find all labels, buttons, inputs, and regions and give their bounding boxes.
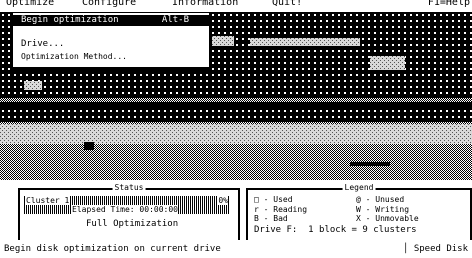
legend-item-reading: r - Reading [254, 205, 307, 214]
legend-item-writing: W - Writing [356, 205, 409, 214]
legend-label: - Used [263, 195, 293, 204]
bad-block-icon: B [254, 214, 259, 223]
legend-label: - Writing [365, 205, 410, 214]
menu-quit[interactable]: Quit! [272, 0, 302, 9]
menu-item-label: Optimization Method... [21, 52, 127, 61]
menu-item-optimization-method[interactable]: Optimization Method... [13, 51, 209, 62]
legend-item-used: □ - Used [254, 195, 293, 204]
elapsed-time: Elapsed Time: 00:00:00 [72, 205, 178, 214]
status-panel: Status Cluster 1 0% Elapsed Time: 00:00:… [18, 183, 240, 242]
help-hint[interactable]: F1=Help [428, 0, 470, 9]
writing-block-icon: W [356, 205, 361, 214]
legend-item-unmovable: X - Unmovable [356, 214, 419, 223]
menu-item-drive[interactable]: Drive... [13, 39, 209, 50]
status-bar: Begin disk optimization on current drive… [0, 240, 472, 258]
app-name-text: Speed Disk [413, 244, 468, 254]
legend-label: - Unused [365, 195, 405, 204]
reading-block-icon: r [254, 205, 259, 214]
menu-configure[interactable]: Configure [82, 0, 136, 9]
legend-item-bad: B - Bad [254, 214, 288, 223]
legend-label: - Bad [263, 214, 288, 223]
status-title: Status [112, 183, 146, 193]
legend-title: Legend [342, 183, 376, 193]
legend-item-unused: @ - Unused [356, 195, 404, 204]
cluster-label: Cluster 1 [26, 196, 70, 205]
unmovable-block-icon: X [356, 214, 361, 223]
optimization-method-label: Full Optimization [86, 219, 179, 229]
app-name: │ Speed Disk [402, 244, 468, 254]
menu-item-shortcut: Alt-B [161, 15, 189, 25]
menu-information[interactable]: Information [172, 0, 238, 9]
drive-block-info: Drive F: 1 block = 9 clusters [254, 225, 417, 235]
menu-item-label: Begin optimization [21, 15, 119, 25]
percent-complete: 0% [218, 196, 228, 205]
progress-area: Cluster 1 0% Elapsed Time: 00:00:00 [24, 196, 230, 214]
menu-optimize[interactable]: Optimize [6, 0, 54, 9]
legend-label: - Reading [263, 205, 308, 214]
used-block-icon: □ [254, 195, 259, 204]
optimize-menu-dropdown: Begin optimization Alt-B Drive... Optimi… [12, 12, 210, 68]
legend-label: - Unmovable [365, 214, 419, 223]
menu-item-begin-optimization[interactable]: Begin optimization Alt-B [13, 15, 209, 26]
menu-item-label: Drive... [21, 39, 65, 49]
menu-bar: Optimize Configure Information Quit! F1=… [0, 0, 472, 12]
legend-panel: Legend □ - Used @ - Unused r - Reading W… [246, 183, 472, 242]
status-message: Begin disk optimization on current drive [4, 244, 221, 254]
unused-block-icon: @ [356, 195, 361, 204]
